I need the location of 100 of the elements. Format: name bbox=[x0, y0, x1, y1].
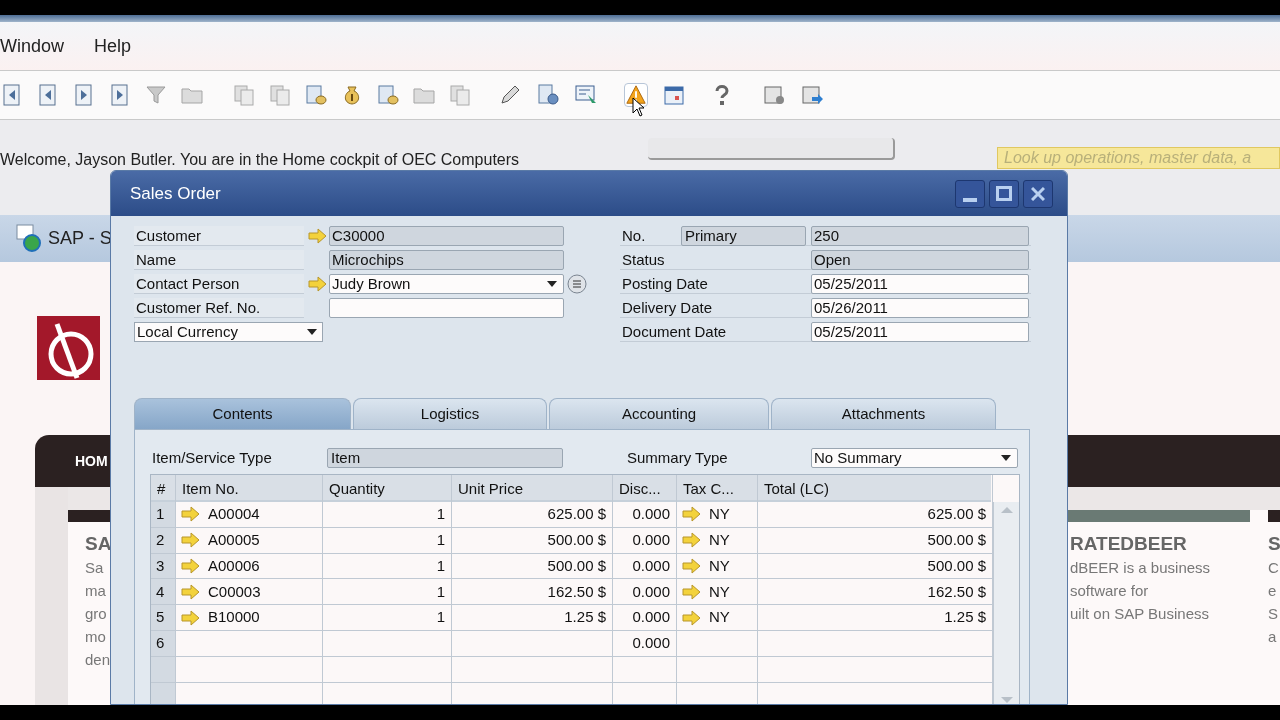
table-cell: 0.000 bbox=[613, 579, 677, 605]
input-field[interactable]: Judy Brown bbox=[329, 274, 564, 294]
summary-dropdown[interactable]: No Summary bbox=[811, 448, 1018, 468]
dropdown-caret-icon bbox=[1000, 454, 1012, 462]
series-field[interactable]: Primary bbox=[681, 225, 806, 246]
table-cell: 1 bbox=[323, 605, 452, 630]
card-text: S bbox=[1268, 604, 1279, 624]
input-field[interactable]: 05/25/2011 bbox=[811, 321, 1029, 342]
dropdown-caret-icon bbox=[306, 328, 318, 336]
card-text: mo bbox=[85, 627, 107, 647]
link-arrow-icon[interactable] bbox=[181, 609, 200, 626]
menu-item[interactable]: Window bbox=[0, 32, 65, 60]
scroll-up-icon[interactable] bbox=[999, 506, 1014, 514]
item-number: A00005 bbox=[208, 529, 260, 550]
input-field[interactable]: C30000 bbox=[329, 226, 564, 246]
list-button-icon[interactable] bbox=[567, 274, 587, 294]
window-title: Sales Order bbox=[130, 182, 221, 205]
column-header[interactable]: Unit Price bbox=[452, 475, 613, 502]
table-cell: 0.000 bbox=[613, 527, 677, 553]
minimize-button[interactable] bbox=[955, 179, 985, 208]
nav-item[interactable]: HOM bbox=[75, 450, 108, 472]
minimize-icon bbox=[963, 197, 977, 202]
column-header[interactable]: Total (LC) bbox=[758, 475, 993, 502]
input-field[interactable]: 05/25/2011 bbox=[811, 273, 1029, 294]
input-field[interactable]: 250 bbox=[811, 225, 1029, 246]
document-icon[interactable] bbox=[448, 83, 472, 107]
link-arrow-icon[interactable] bbox=[682, 558, 701, 574]
copy-icon[interactable] bbox=[268, 83, 292, 107]
table-cell: 0.000 bbox=[613, 553, 677, 579]
filter-icon[interactable] bbox=[144, 83, 168, 107]
card-heading: SA bbox=[85, 532, 110, 556]
menu-item[interactable]: Help bbox=[94, 32, 132, 60]
link-arrow-icon[interactable] bbox=[682, 583, 701, 600]
item-number: A00004 bbox=[208, 504, 260, 525]
table-cell: 1 bbox=[323, 527, 452, 553]
field-label: Contact Person bbox=[134, 274, 304, 294]
column-header[interactable]: Quantity bbox=[323, 475, 452, 502]
company-logo-icon bbox=[37, 316, 100, 380]
tab[interactable]: Accounting bbox=[549, 398, 769, 429]
cube-arrow-icon[interactable] bbox=[800, 83, 824, 107]
currency-dropdown[interactable]: Local Currency bbox=[134, 322, 323, 342]
scrollbar[interactable] bbox=[993, 502, 1019, 704]
table-cell: 0.000 bbox=[613, 605, 677, 630]
card-accent-bar bbox=[68, 510, 110, 522]
input-field[interactable]: Open bbox=[811, 249, 1029, 270]
card-text: software for bbox=[1070, 581, 1150, 601]
tax-code: NY bbox=[709, 581, 730, 602]
input-field[interactable]: Item bbox=[327, 448, 563, 468]
calendar-icon[interactable] bbox=[662, 83, 686, 107]
globe-icon[interactable] bbox=[16, 223, 42, 254]
card-text: e bbox=[1268, 581, 1278, 601]
card-text: Sa bbox=[85, 558, 105, 578]
link-arrow-icon[interactable] bbox=[181, 583, 200, 600]
tab[interactable]: Contents bbox=[134, 398, 351, 429]
card-top-strip bbox=[68, 487, 110, 510]
link-arrow-icon[interactable] bbox=[181, 532, 200, 549]
row-number: 1 bbox=[151, 502, 176, 527]
table-cell: 1 bbox=[323, 579, 452, 605]
document-icon[interactable] bbox=[376, 83, 400, 107]
table-cell: 0.000 bbox=[613, 631, 677, 656]
column-header[interactable]: Item No. bbox=[176, 475, 323, 502]
field-label: Posting Date bbox=[621, 273, 709, 294]
cockpit-field[interactable] bbox=[648, 138, 895, 160]
tab[interactable]: Logistics bbox=[353, 398, 547, 429]
table-cell: 1 bbox=[323, 553, 452, 579]
column-header[interactable]: Tax C... bbox=[677, 475, 758, 502]
maximize-button[interactable] bbox=[989, 179, 1019, 208]
link-arrow-icon[interactable] bbox=[682, 609, 701, 626]
input-field[interactable] bbox=[329, 298, 564, 318]
table-cell: 500.00 $ bbox=[452, 553, 613, 579]
tab[interactable]: Attachments bbox=[771, 398, 996, 429]
link-arrow-icon[interactable] bbox=[181, 506, 200, 523]
search-field[interactable]: Look up operations, master data, a bbox=[997, 147, 1280, 169]
item-number: B10000 bbox=[208, 607, 260, 628]
link-arrow-icon[interactable] bbox=[181, 558, 200, 574]
link-arrow-icon[interactable] bbox=[308, 276, 327, 292]
tax-code: NY bbox=[709, 529, 730, 550]
field-label: Customer Ref. No. bbox=[134, 298, 304, 318]
card-heading: S bbox=[1268, 532, 1280, 556]
copy-icon[interactable] bbox=[232, 83, 256, 107]
column-header[interactable]: Disc... bbox=[613, 475, 677, 502]
close-button[interactable] bbox=[1023, 179, 1053, 208]
document-icon[interactable] bbox=[304, 83, 328, 107]
card-text: C bbox=[1268, 558, 1280, 578]
table-cell: 500.00 $ bbox=[452, 527, 613, 553]
link-arrow-icon[interactable] bbox=[682, 532, 701, 549]
link-arrow-icon[interactable] bbox=[308, 228, 327, 244]
card-text: a bbox=[1268, 627, 1278, 647]
scroll-down-icon[interactable] bbox=[999, 696, 1014, 704]
row-number: 4 bbox=[151, 579, 176, 605]
row-number: 5 bbox=[151, 605, 176, 630]
warning-icon[interactable] bbox=[624, 83, 648, 107]
input-field[interactable]: Microchips bbox=[329, 250, 564, 270]
link-arrow-icon[interactable] bbox=[682, 506, 701, 523]
input-field[interactable]: 05/26/2011 bbox=[811, 297, 1029, 318]
pencil-icon[interactable] bbox=[498, 83, 522, 107]
card-text: den bbox=[85, 650, 110, 670]
welcome-message: Welcome, Jayson Butler. You are in the Home cockpit of OEC Computers bbox=[0, 150, 521, 170]
field-label: Customer bbox=[134, 226, 304, 246]
card-accent-bar bbox=[1268, 510, 1280, 522]
